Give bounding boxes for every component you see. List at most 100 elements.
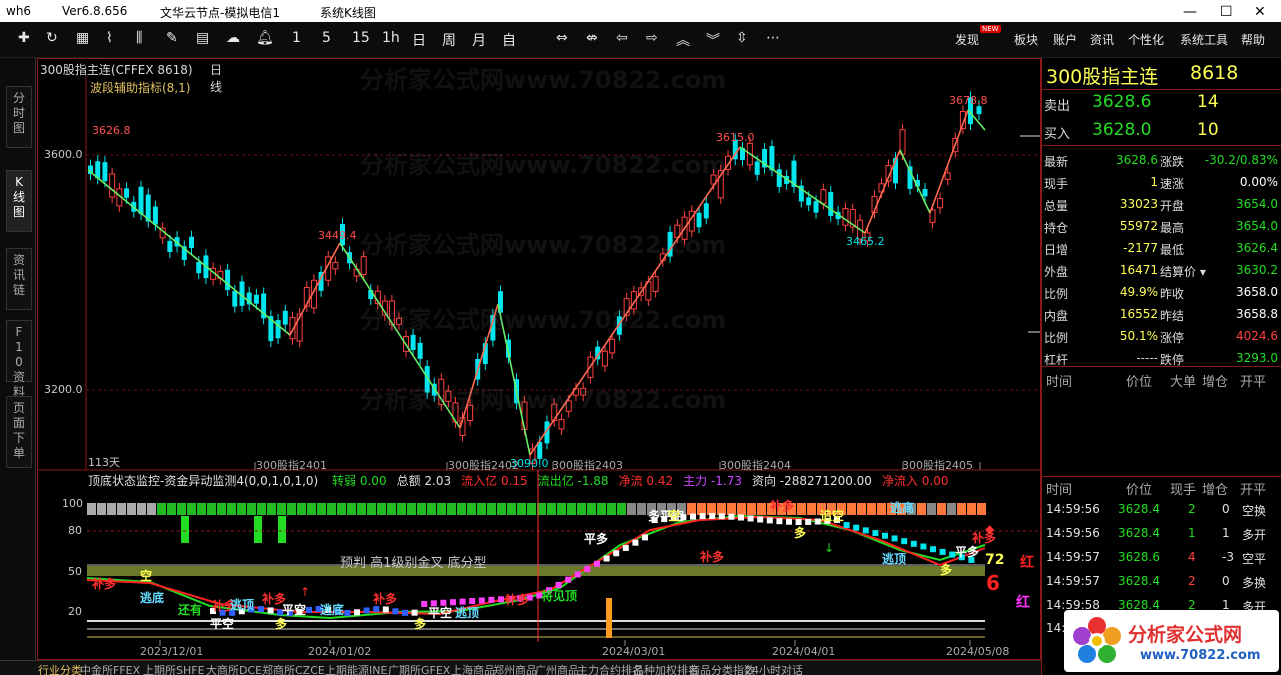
quote-value: -30.2/0.83% [1204,153,1278,167]
bottom-tab-2[interactable]: 上期所SHFE [143,662,205,675]
subchart-stat-7: 净流入 0.00 [881,474,949,488]
signal-square [728,513,735,520]
swing-line [739,146,866,234]
indicator-label[interactable]: 波段辅助指标(8,1) [90,79,190,96]
status-block [317,503,326,515]
signal-square [258,606,264,613]
buy-price[interactable]: 3628.0 [1092,120,1151,140]
signal-square [632,539,639,546]
buy-label: 买入 [1044,127,1071,142]
candle-body-down [152,206,158,225]
candle-body-up [652,276,659,293]
contract-title[interactable]: 300股指主连(CFFEX 8618) [40,61,193,78]
swing-line [529,146,741,456]
quote-label: 比例 [1044,331,1069,345]
divider [1042,476,1281,477]
trade-oi-change: 0 [1222,574,1230,588]
column-header: 价位 [1126,483,1153,498]
candle-body-down [976,106,982,115]
days-count: 113天 [88,456,120,469]
bottom-tab-6[interactable]: 广期所GFEX [388,662,450,675]
quote-value: 4024.6 [1236,329,1278,343]
bottom-tab-7[interactable]: 上海商品 [451,662,495,675]
status-block [337,503,346,515]
subchart-stat-4: 净流 0.42 [618,474,674,488]
status-block [717,503,726,515]
candle-body-down [196,262,202,274]
signal-square [920,543,927,550]
trade-time: 14:59:57 [1046,550,1100,564]
status-block [607,503,616,515]
maximize-button[interactable]: ☐ [1220,4,1233,20]
trade-volume: 2 [1188,574,1196,588]
swing-line [459,303,499,429]
status-block [627,503,636,515]
contract-mark: 300股指2403 [552,459,623,472]
subchart-stat-3: 流出亿 -1.88 [537,474,609,488]
bottom-tab-4[interactable]: 郑商所CZCE [262,662,325,675]
menu-item-6[interactable]: 帮助 [1241,31,1265,48]
status-block [517,503,526,515]
signal-square [603,555,610,562]
candle-body-down [410,334,416,351]
quote-label: 昨结 [1160,309,1185,323]
status-block [437,503,446,515]
bottom-tab-3[interactable]: 大商所DCE [206,662,262,675]
ytick-3200: 3200.0 [44,383,83,396]
menu-item-5[interactable]: 系统工具 [1180,31,1228,48]
sell-label: 卖出 [1044,99,1071,114]
signal-mark: 还有 [177,602,202,617]
sell-price[interactable]: 3628.6 [1092,92,1151,112]
bottom-tab-9[interactable]: 广州商品 [535,662,579,675]
signal-mark: 逃高 [890,500,914,515]
bottom-tab-0[interactable]: 行业分类 [38,662,82,675]
subchart-stat-6: 资向 -288271200.00 [751,474,872,488]
signal-square [594,560,600,567]
status-block [407,503,416,515]
close-button[interactable]: ✕ [1254,4,1266,20]
trade-oi-change: 0 [1222,502,1230,516]
candle-body-up [601,350,608,367]
signal-square [478,597,485,604]
candle-body-up [395,317,402,325]
menu-item-4[interactable]: 个性化 [1128,31,1164,48]
quote-row: 内盘 16552 昨结 3658.8 [1042,303,1281,325]
trade-price: 3628.6 [1118,550,1160,564]
menu-item-2[interactable]: 账户 [1053,31,1077,48]
signal-square [872,530,879,537]
kline-chart[interactable]: 补多空逃底还有 补多逃顶 补多平空平空 多逃底补多平空多逃顶补多 将见顶平多多平空空补多… [0,0,1041,660]
bottom-tab-1[interactable]: 中金所FFEX [80,662,140,675]
ytick-3600: 3600.0 [44,148,83,161]
signal-mark: 多 [794,525,806,540]
signal-mark: 多 [275,616,287,631]
period-selector[interactable]: 日线 [210,61,222,95]
quote-label: 涨停 [1160,331,1185,345]
quote-label: 总量 [1044,199,1069,213]
date-label: 2024/05/08 [946,645,1010,658]
price-label-low1: 3465.2 [846,235,885,248]
menu-item-3[interactable]: 资讯 [1090,31,1114,48]
trade-time: 14:59:56 [1046,502,1100,516]
quote-label: 速涨 [1160,177,1185,191]
signal-mark: 补多 [699,549,724,564]
bottom-tab-13[interactable]: 24小时对话 [745,662,803,675]
watermark-logo: 分析家公式网 www.70822.com [1064,610,1279,672]
status-block [617,503,626,515]
minimize-button[interactable]: — [1183,4,1197,20]
quote-value: 49.9% [1119,285,1158,299]
signal-square [862,527,869,534]
bottom-tab-5[interactable]: 上期能源INE [325,662,387,675]
signal-mark: 空 [668,508,680,523]
status-block [977,503,986,515]
quote-value: 16552 [1119,307,1158,321]
quote-value: 50.1% [1119,329,1158,343]
signal-square [440,599,447,606]
quote-value: -2177 [1123,241,1158,255]
bottom-tab-8[interactable]: 郑州商品 [493,662,537,675]
quote-label: 内盘 [1044,309,1069,323]
subchart-title[interactable]: 顶底状态监控-资金异动监测4(0,0,1,0,1,0) [88,474,318,488]
right-red-value: 6 [986,571,1000,595]
quote-panel: 300股指主连 8618 卖出 3628.6 14 买入 3628.0 10 最… [1041,58,1281,675]
swing-line [929,109,969,214]
trade-row: 14:59:57 3628.4 2 0 多换 [1042,574,1281,594]
